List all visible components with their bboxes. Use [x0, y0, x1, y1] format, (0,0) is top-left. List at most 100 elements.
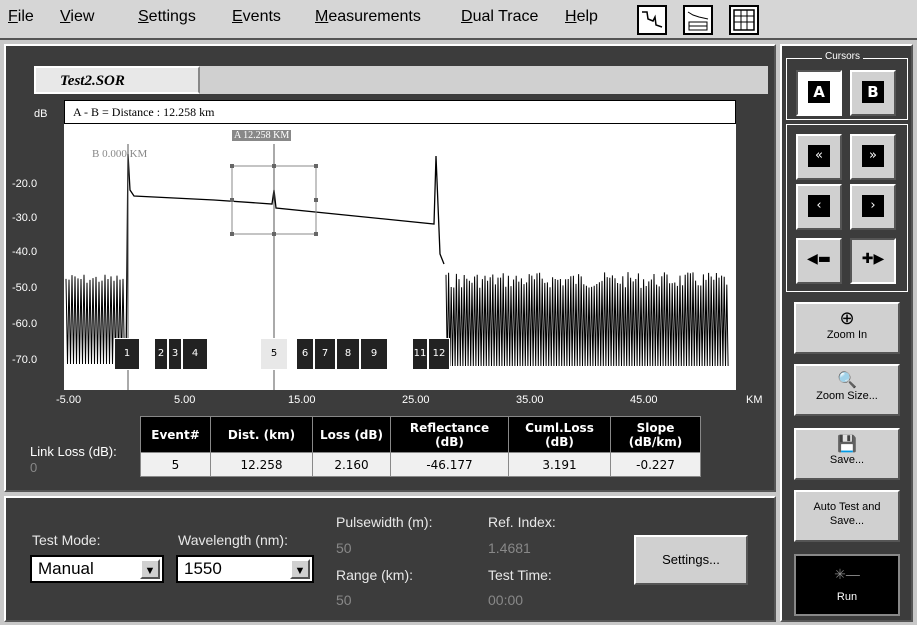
test-time-label: Test Time: — [488, 567, 552, 583]
menu-bar: File View Settings Events Measurements D… — [0, 0, 917, 40]
ref-index-value: 1.4681 — [488, 540, 531, 556]
zoom-handle — [230, 164, 234, 168]
table-cell: 5 — [140, 452, 211, 477]
tab-strip: Test2.SOR — [34, 66, 768, 94]
table-view-icon[interactable] — [729, 5, 759, 35]
pulsewidth-value: 50 — [336, 540, 352, 556]
menu-dual-trace[interactable]: Dual Trace — [461, 8, 538, 26]
event-marker-selected[interactable]: 5 — [260, 338, 288, 370]
trace-view-icon[interactable] — [637, 5, 667, 35]
x-tick: 5.00 — [174, 394, 196, 406]
menu-measurements[interactable]: Measurements — [315, 8, 421, 26]
chevron-down-icon: ▼ — [290, 559, 310, 579]
range-value: 50 — [336, 592, 352, 608]
table-cell: 3.191 — [508, 452, 611, 477]
tab-test2-sor[interactable]: Test2.SOR — [34, 66, 200, 94]
event-marker[interactable]: 1 — [114, 338, 140, 370]
event-marker[interactable]: 11 — [412, 338, 428, 370]
wavelength-label: Wavelength (nm): — [178, 532, 288, 548]
menu-settings[interactable]: Settings — [138, 8, 196, 26]
pulsewidth-label: Pulsewidth (m): — [336, 514, 433, 530]
save-button[interactable]: 💾 Save... — [794, 428, 900, 480]
cursor-a-button[interactable]: A — [796, 70, 842, 116]
table-row[interactable]: 5 12.258 2.160 -46.177 3.191 -0.227 — [140, 452, 701, 477]
auto-test-label: Auto Test and Save... — [813, 501, 881, 527]
cursor-b-label: B 0.000 KM — [92, 148, 148, 160]
chevron-down-icon: ▼ — [140, 559, 160, 579]
jump-right-button[interactable]: » — [850, 134, 896, 180]
y-tick: -70.0 — [12, 354, 38, 366]
zoom-handle — [272, 232, 276, 236]
x-tick: 15.00 — [288, 394, 316, 406]
test-mode-select[interactable]: Manual ▼ — [30, 555, 164, 583]
floppy-disk-icon: 💾 — [837, 436, 857, 453]
cursor-a-glyph: A — [808, 81, 830, 103]
event-marker[interactable]: 3 — [168, 338, 182, 370]
event-table: Event# Dist. (km) Loss (dB) Reflectance … — [140, 416, 701, 477]
y-unit-label: dB — [34, 108, 48, 120]
event-marker[interactable]: 6 — [296, 338, 314, 370]
zoom-handle — [314, 198, 318, 202]
zoom-size-button[interactable]: 🔍 Zoom Size... — [794, 364, 900, 416]
table-header: Slope (dB/km) — [610, 416, 701, 453]
event-view-icon[interactable] — [683, 5, 713, 35]
zoom-handle — [230, 198, 234, 202]
jump-left-button[interactable]: « — [796, 134, 842, 180]
test-mode-label: Test Mode: — [32, 532, 101, 548]
settings-button[interactable]: Settings... — [634, 535, 748, 585]
zoom-in-button[interactable]: ⊕ Zoom In — [794, 302, 900, 354]
menu-help[interactable]: Help — [565, 8, 598, 26]
zoom-handle — [314, 232, 318, 236]
plus-icon: ✚▶ — [861, 251, 885, 267]
table-header: Cuml.Loss (dB) — [508, 416, 611, 453]
range-label: Range (km): — [336, 567, 414, 583]
table-header: Loss (dB) — [312, 416, 391, 453]
run-button[interactable]: ✳— Run — [794, 554, 900, 616]
event-marker[interactable]: 9 — [360, 338, 388, 370]
save-label: Save... — [829, 454, 865, 466]
run-label: Run — [836, 591, 858, 603]
event-marker[interactable]: 4 — [182, 338, 208, 370]
event-marker[interactable]: 2 — [154, 338, 168, 370]
laser-indicator-icon: ✳— — [834, 566, 860, 582]
test-time-value: 00:00 — [488, 592, 524, 608]
link-loss-value: 0 — [30, 460, 38, 475]
table-cell: -0.227 — [610, 452, 701, 477]
y-tick: -60.0 — [12, 318, 38, 330]
double-chevron-right-icon: » — [862, 145, 884, 167]
auto-test-save-button[interactable]: Auto Test and Save... — [794, 490, 900, 542]
zoom-handle — [230, 232, 234, 236]
event-marker[interactable]: 7 — [314, 338, 336, 370]
expand-button[interactable]: ✚▶ — [850, 238, 896, 284]
zoom-in-label: Zoom In — [826, 329, 868, 341]
event-marker[interactable]: 12 — [428, 338, 450, 370]
event-marker[interactable]: 8 — [336, 338, 360, 370]
menu-file[interactable]: File — [8, 8, 34, 26]
table-header: Dist. (km) — [210, 416, 313, 453]
cursors-title: Cursors — [822, 51, 864, 62]
fiber-trace — [125, 153, 445, 367]
cursor-a-label: A 12.258 KM — [232, 130, 292, 141]
x-tick: -5.00 — [56, 394, 82, 406]
magnifier-box-icon: 🔍 — [837, 372, 857, 389]
post-end-noise — [445, 272, 729, 367]
y-tick: -30.0 — [12, 212, 38, 224]
cursor-b-button[interactable]: B — [850, 70, 896, 116]
x-tick: 35.00 — [516, 394, 544, 406]
shrink-button[interactable]: ◀▬ — [796, 238, 842, 284]
table-header: Reflectance (dB) — [390, 416, 509, 453]
table-cell: 12.258 — [210, 452, 313, 477]
y-tick: -20.0 — [12, 178, 38, 190]
y-tick: -50.0 — [12, 282, 38, 294]
step-left-button[interactable]: ‹ — [796, 184, 842, 230]
menu-view[interactable]: View — [60, 8, 94, 26]
zoom-size-label: Zoom Size... — [816, 390, 878, 402]
x-tick: 45.00 — [630, 394, 658, 406]
minus-icon: ◀▬ — [807, 251, 831, 267]
menu-events[interactable]: Events — [232, 8, 281, 26]
y-tick: -40.0 — [12, 246, 38, 258]
magnifier-plus-icon: ⊕ — [839, 308, 855, 328]
wavelength-select[interactable]: 1550 ▼ — [176, 555, 314, 583]
step-right-button[interactable]: › — [850, 184, 896, 230]
x-unit-label: KM — [746, 394, 763, 406]
